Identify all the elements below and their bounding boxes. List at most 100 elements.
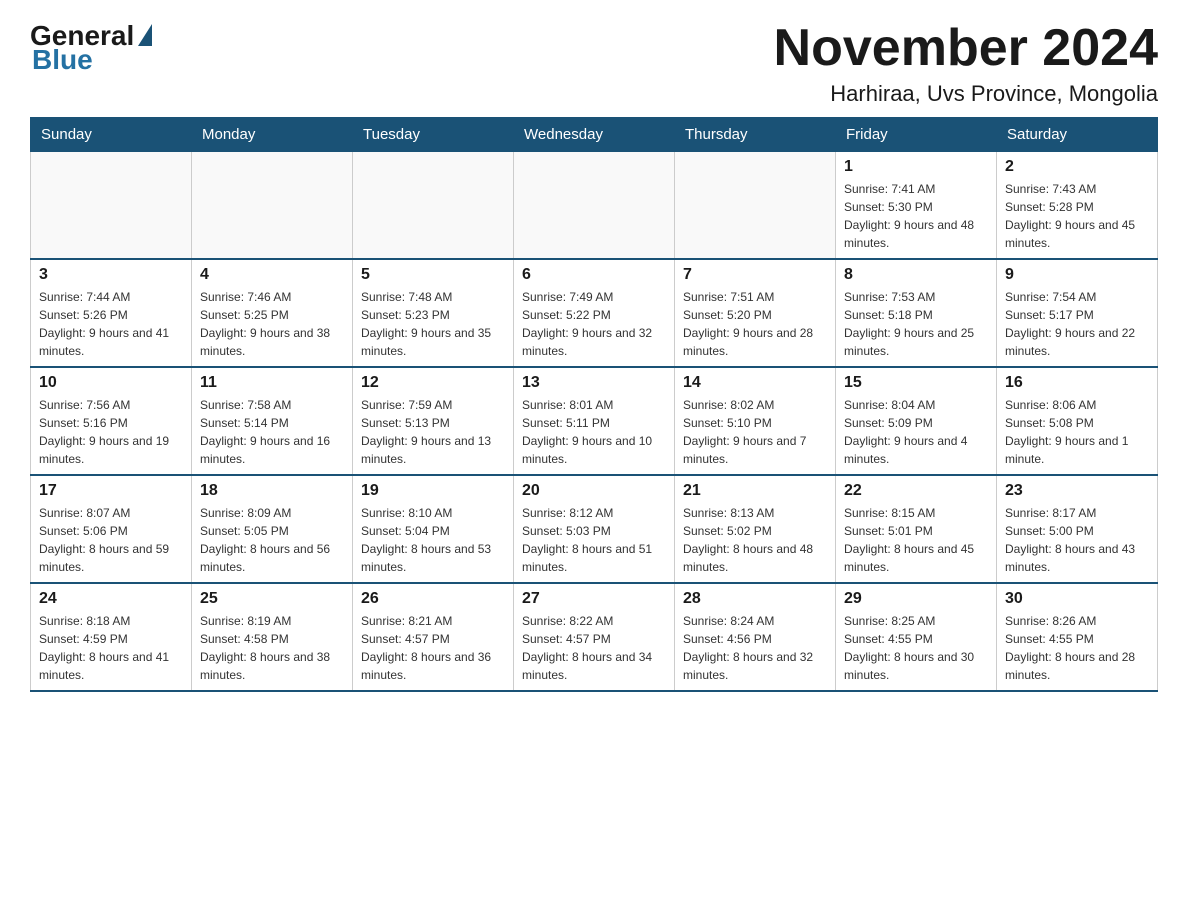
- day-number: 25: [200, 590, 344, 608]
- day-info: Sunrise: 7:48 AMSunset: 5:23 PMDaylight:…: [361, 288, 505, 360]
- day-info: Sunrise: 7:56 AMSunset: 5:16 PMDaylight:…: [39, 396, 183, 468]
- weekday-header-wednesday: Wednesday: [514, 118, 675, 152]
- logo-triangle-icon: [138, 24, 152, 46]
- day-info: Sunrise: 7:43 AMSunset: 5:28 PMDaylight:…: [1005, 180, 1149, 252]
- day-number: 20: [522, 482, 666, 500]
- calendar-cell: 14 Sunrise: 8:02 AMSunset: 5:10 PMDayligh…: [675, 367, 836, 475]
- page-header: General Blue November 2024 Harhiraa, Uvs…: [30, 20, 1158, 107]
- day-info: Sunrise: 7:51 AMSunset: 5:20 PMDaylight:…: [683, 288, 827, 360]
- calendar-week-row: 1 Sunrise: 7:41 AMSunset: 5:30 PMDaylight…: [31, 152, 1158, 260]
- day-number: 26: [361, 590, 505, 608]
- main-title: November 2024: [774, 20, 1158, 77]
- day-number: 15: [844, 374, 988, 392]
- subtitle: Harhiraa, Uvs Province, Mongolia: [774, 81, 1158, 107]
- calendar-cell: 19 Sunrise: 8:10 AMSunset: 5:04 PMDayligh…: [353, 475, 514, 583]
- day-info: Sunrise: 8:02 AMSunset: 5:10 PMDaylight:…: [683, 396, 827, 468]
- calendar-cell: [675, 152, 836, 260]
- calendar-cell: 16Sunrise: 8:06 AMSunset: 5:08 PMDayligh…: [997, 367, 1158, 475]
- calendar-cell: [192, 152, 353, 260]
- day-info: Sunrise: 7:54 AMSunset: 5:17 PMDaylight:…: [1005, 288, 1149, 360]
- day-info: Sunrise: 8:06 AMSunset: 5:08 PMDaylight:…: [1005, 396, 1149, 468]
- calendar-cell: 6Sunrise: 7:49 AMSunset: 5:22 PMDaylight…: [514, 259, 675, 367]
- calendar-cell: 13 Sunrise: 8:01 AMSunset: 5:11 PMDayligh…: [514, 367, 675, 475]
- calendar-cell: 22Sunrise: 8:15 AMSunset: 5:01 PMDayligh…: [836, 475, 997, 583]
- calendar-cell: 27 Sunrise: 8:22 AMSunset: 4:57 PMDayligh…: [514, 583, 675, 691]
- weekday-header-thursday: Thursday: [675, 118, 836, 152]
- day-info: Sunrise: 8:17 AMSunset: 5:00 PMDaylight:…: [1005, 504, 1149, 576]
- day-number: 14: [683, 374, 827, 392]
- calendar-cell: 7 Sunrise: 7:51 AMSunset: 5:20 PMDaylight…: [675, 259, 836, 367]
- calendar-cell: 10 Sunrise: 7:56 AMSunset: 5:16 PMDayligh…: [31, 367, 192, 475]
- day-number: 6: [522, 266, 666, 284]
- calendar-week-row: 17 Sunrise: 8:07 AMSunset: 5:06 PMDayligh…: [31, 475, 1158, 583]
- day-number: 9: [1005, 266, 1149, 284]
- weekday-header-sunday: Sunday: [31, 118, 192, 152]
- day-info: Sunrise: 7:58 AMSunset: 5:14 PMDaylight:…: [200, 396, 344, 468]
- calendar-cell: 4 Sunrise: 7:46 AMSunset: 5:25 PMDaylight…: [192, 259, 353, 367]
- day-number: 27: [522, 590, 666, 608]
- calendar-table: SundayMondayTuesdayWednesdayThursdayFrid…: [30, 117, 1158, 692]
- day-number: 12: [361, 374, 505, 392]
- calendar-cell: 20 Sunrise: 8:12 AMSunset: 5:03 PMDayligh…: [514, 475, 675, 583]
- calendar-cell: 3Sunrise: 7:44 AMSunset: 5:26 PMDaylight…: [31, 259, 192, 367]
- day-info: Sunrise: 8:21 AMSunset: 4:57 PMDaylight:…: [361, 612, 505, 684]
- day-number: 5: [361, 266, 505, 284]
- calendar-cell: 28Sunrise: 8:24 AMSunset: 4:56 PMDayligh…: [675, 583, 836, 691]
- calendar-cell: 21 Sunrise: 8:13 AMSunset: 5:02 PMDayligh…: [675, 475, 836, 583]
- day-number: 3: [39, 266, 183, 284]
- day-info: Sunrise: 8:09 AMSunset: 5:05 PMDaylight:…: [200, 504, 344, 576]
- day-number: 17: [39, 482, 183, 500]
- calendar-week-row: 3Sunrise: 7:44 AMSunset: 5:26 PMDaylight…: [31, 259, 1158, 367]
- calendar-cell: 11 Sunrise: 7:58 AMSunset: 5:14 PMDayligh…: [192, 367, 353, 475]
- day-number: 1: [844, 158, 988, 176]
- calendar-week-row: 10 Sunrise: 7:56 AMSunset: 5:16 PMDayligh…: [31, 367, 1158, 475]
- weekday-header-monday: Monday: [192, 118, 353, 152]
- calendar-header: SundayMondayTuesdayWednesdayThursdayFrid…: [31, 118, 1158, 152]
- day-info: Sunrise: 8:22 AMSunset: 4:57 PMDaylight:…: [522, 612, 666, 684]
- weekday-header-tuesday: Tuesday: [353, 118, 514, 152]
- calendar-cell: 29 Sunrise: 8:25 AMSunset: 4:55 PMDayligh…: [836, 583, 997, 691]
- calendar-cell: 23Sunrise: 8:17 AMSunset: 5:00 PMDayligh…: [997, 475, 1158, 583]
- day-number: 24: [39, 590, 183, 608]
- day-info: Sunrise: 8:12 AMSunset: 5:03 PMDaylight:…: [522, 504, 666, 576]
- day-info: Sunrise: 8:18 AMSunset: 4:59 PMDaylight:…: [39, 612, 183, 684]
- calendar-cell: 12Sunrise: 7:59 AMSunset: 5:13 PMDayligh…: [353, 367, 514, 475]
- day-number: 29: [844, 590, 988, 608]
- calendar-cell: 17 Sunrise: 8:07 AMSunset: 5:06 PMDayligh…: [31, 475, 192, 583]
- day-number: 30: [1005, 590, 1149, 608]
- day-number: 19: [361, 482, 505, 500]
- day-info: Sunrise: 7:41 AMSunset: 5:30 PMDaylight:…: [844, 180, 988, 252]
- day-info: Sunrise: 8:15 AMSunset: 5:01 PMDaylight:…: [844, 504, 988, 576]
- weekday-header-row: SundayMondayTuesdayWednesdayThursdayFrid…: [31, 118, 1158, 152]
- day-number: 18: [200, 482, 344, 500]
- day-info: Sunrise: 8:25 AMSunset: 4:55 PMDaylight:…: [844, 612, 988, 684]
- day-info: Sunrise: 8:13 AMSunset: 5:02 PMDaylight:…: [683, 504, 827, 576]
- calendar-cell: 9 Sunrise: 7:54 AMSunset: 5:17 PMDaylight…: [997, 259, 1158, 367]
- day-number: 7: [683, 266, 827, 284]
- day-info: Sunrise: 8:10 AMSunset: 5:04 PMDaylight:…: [361, 504, 505, 576]
- day-number: 13: [522, 374, 666, 392]
- calendar-cell: 30 Sunrise: 8:26 AMSunset: 4:55 PMDayligh…: [997, 583, 1158, 691]
- calendar-cell: 25Sunrise: 8:19 AMSunset: 4:58 PMDayligh…: [192, 583, 353, 691]
- day-info: Sunrise: 8:07 AMSunset: 5:06 PMDaylight:…: [39, 504, 183, 576]
- weekday-header-friday: Friday: [836, 118, 997, 152]
- logo-blue-text: Blue: [32, 44, 93, 76]
- day-info: Sunrise: 8:26 AMSunset: 4:55 PMDaylight:…: [1005, 612, 1149, 684]
- day-number: 4: [200, 266, 344, 284]
- day-number: 21: [683, 482, 827, 500]
- day-info: Sunrise: 7:46 AMSunset: 5:25 PMDaylight:…: [200, 288, 344, 360]
- day-info: Sunrise: 8:01 AMSunset: 5:11 PMDaylight:…: [522, 396, 666, 468]
- calendar-cell: [514, 152, 675, 260]
- day-info: Sunrise: 8:04 AMSunset: 5:09 PMDaylight:…: [844, 396, 988, 468]
- day-number: 10: [39, 374, 183, 392]
- calendar-cell: 15 Sunrise: 8:04 AMSunset: 5:09 PMDayligh…: [836, 367, 997, 475]
- calendar-week-row: 24 Sunrise: 8:18 AMSunset: 4:59 PMDayligh…: [31, 583, 1158, 691]
- day-number: 28: [683, 590, 827, 608]
- calendar-cell: [353, 152, 514, 260]
- calendar-cell: 1 Sunrise: 7:41 AMSunset: 5:30 PMDaylight…: [836, 152, 997, 260]
- day-number: 2: [1005, 158, 1149, 176]
- calendar-cell: 5 Sunrise: 7:48 AMSunset: 5:23 PMDaylight…: [353, 259, 514, 367]
- calendar-cell: [31, 152, 192, 260]
- calendar-cell: 2 Sunrise: 7:43 AMSunset: 5:28 PMDaylight…: [997, 152, 1158, 260]
- day-number: 11: [200, 374, 344, 392]
